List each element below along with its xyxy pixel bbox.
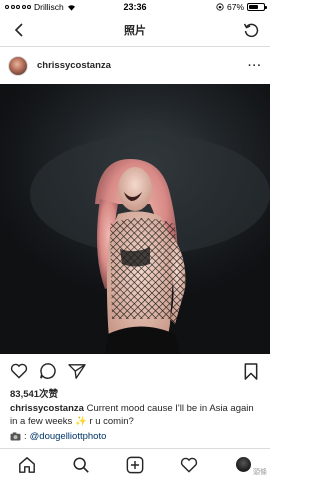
chevron-left-icon [14,23,23,37]
back-button[interactable] [8,19,30,41]
share-button[interactable] [66,360,88,382]
refresh-button[interactable] [240,19,262,41]
page-title: 照片 [124,25,146,37]
bottom-tab-bar [0,448,270,480]
post-caption: chrissycostanza Current mood cause I'll … [10,402,262,428]
refresh-icon [243,23,259,38]
status-bar: Drillisch 23:36 67% [0,0,270,14]
search-icon [73,456,89,473]
heart-icon [180,457,198,473]
credit-handle[interactable]: @dougelliottphoto [30,431,107,442]
tab-home[interactable] [15,453,39,477]
post-username[interactable]: chrissycostanza [37,60,248,71]
send-icon [68,363,86,379]
more-options-button[interactable]: ··· [248,60,262,72]
carrier-name: Drillisch [34,2,64,12]
like-button[interactable] [8,360,30,382]
tab-activity[interactable] [177,453,201,477]
post-header: chrissycostanza ··· [0,47,270,84]
profile-avatar-icon [235,457,251,472]
camera-icon [10,432,21,441]
tab-new-post[interactable] [123,453,147,477]
like-count[interactable]: 83,541次赞 [10,386,58,400]
post-photo[interactable] [0,84,270,354]
heart-icon [10,363,28,379]
status-time: 23:36 [123,2,147,12]
photo-credit: : @dougelliottphoto [10,431,106,442]
comment-icon [40,363,56,379]
add-post-icon [126,456,144,473]
bookmark-icon [244,362,258,380]
navigation-bar: 照片 [0,14,270,47]
concert-photo-image [30,134,270,354]
post-actions [0,357,270,385]
tab-search[interactable] [69,453,93,477]
save-button[interactable] [240,360,262,382]
wifi-icon [67,4,75,11]
caption-username[interactable]: chrissycostanza [10,403,84,414]
battery-percent: 67% [226,2,244,12]
watermark: 頭條 [253,469,267,476]
credit-colon: : [24,431,27,442]
battery-icon [247,3,267,11]
home-icon [19,456,35,473]
orientation-lock-icon [216,3,224,11]
tab-profile[interactable] [231,453,255,477]
signal-icon [5,5,31,9]
comment-button[interactable] [37,360,59,382]
avatar[interactable] [8,55,28,76]
